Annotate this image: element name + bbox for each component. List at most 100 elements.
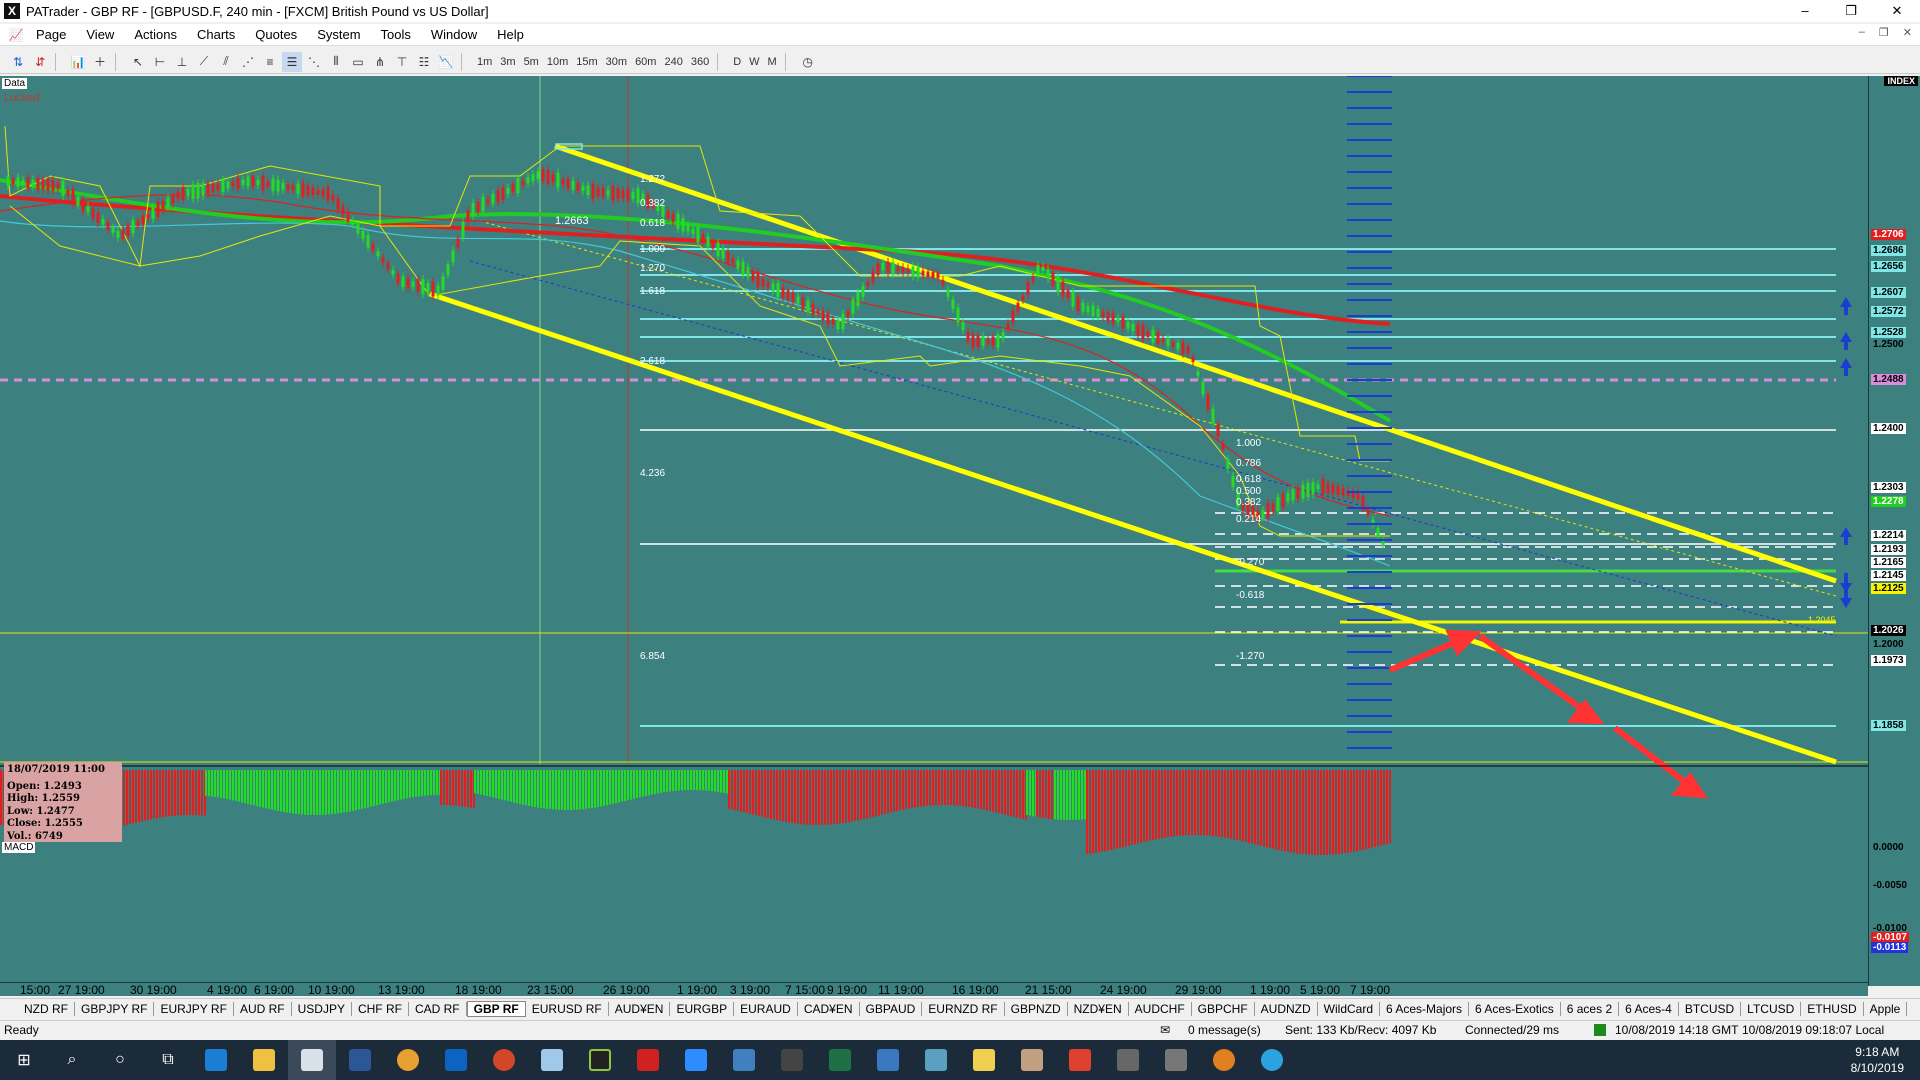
chrome-icon[interactable] — [384, 1040, 432, 1080]
cortana-icon[interactable]: ○ — [96, 1040, 144, 1080]
mdi-minimize-button[interactable]: – — [1859, 26, 1865, 39]
cycle-lines-icon[interactable]: ⦀ — [326, 52, 346, 72]
gann-fan-icon[interactable]: ⋱ — [304, 52, 324, 72]
symbol-tab[interactable]: EURUSD RF — [526, 1001, 609, 1016]
file-explorer-icon[interactable] — [240, 1040, 288, 1080]
pointer-icon[interactable]: ↖ — [128, 52, 148, 72]
symbol-tab[interactable]: AUD RF — [234, 1001, 292, 1016]
symbol-tab[interactable]: AUDCHF — [1129, 1001, 1192, 1016]
channel-icon[interactable]: ⫽ — [216, 52, 236, 72]
task-view-icon[interactable]: ⧉ — [144, 1040, 192, 1080]
telegram-icon[interactable] — [1248, 1040, 1296, 1080]
fib-fan-icon[interactable]: ⋰ — [238, 52, 258, 72]
symbol-tab[interactable]: CAD¥EN — [798, 1001, 860, 1016]
symbol-tab[interactable]: AUDNZD — [1255, 1001, 1318, 1016]
mail-icon[interactable]: ✉ — [1160, 1023, 1170, 1037]
price-chart[interactable]: 1.2663 1.272 0.382 0.618 1.000 1.270 1.6… — [0, 76, 1868, 982]
timeframe-30m[interactable]: 30m — [603, 52, 630, 72]
symbol-tab[interactable]: AUD¥EN — [609, 1001, 671, 1016]
levels-icon[interactable]: ☷ — [414, 52, 434, 72]
symbol-tab[interactable]: NZD¥EN — [1068, 1001, 1129, 1016]
windows-start-icon[interactable]: ⊞ — [0, 1040, 48, 1080]
symbol-tab[interactable]: 6 Aces-Exotics — [1469, 1001, 1561, 1016]
timeframe-3m[interactable]: 3m — [497, 52, 518, 72]
symbol-tab[interactable]: GBP RF — [466, 1000, 526, 1017]
symbol-tab[interactable]: 6 aces 2 — [1561, 1001, 1620, 1016]
app-icon-generic[interactable] — [528, 1040, 576, 1080]
timeframe-10m[interactable]: 10m — [544, 52, 571, 72]
menu-page[interactable]: Page — [26, 27, 76, 42]
timeframe-60m[interactable]: 60m — [632, 52, 659, 72]
menu-charts[interactable]: Charts — [187, 27, 245, 42]
mdi-restore-button[interactable]: ❐ — [1879, 26, 1889, 39]
timeframe-15m[interactable]: 15m — [573, 52, 600, 72]
symbol-tab[interactable]: NZD RF — [18, 1001, 75, 1016]
trendline-icon[interactable]: ⟋ — [194, 52, 214, 72]
mdi-close-button[interactable]: ✕ — [1903, 26, 1912, 39]
page-icon[interactable]: 📈 — [6, 25, 26, 45]
edge-icon[interactable] — [192, 1040, 240, 1080]
app-icon-gray[interactable] — [1104, 1040, 1152, 1080]
timeframe-240[interactable]: 240 — [661, 52, 685, 72]
menu-system[interactable]: System — [307, 27, 370, 42]
menu-view[interactable]: View — [76, 27, 124, 42]
powerpoint-icon[interactable] — [480, 1040, 528, 1080]
app-icon-s[interactable] — [1056, 1040, 1104, 1080]
menu-help[interactable]: Help — [487, 27, 534, 42]
symbol-tab[interactable]: 6 Aces-4 — [1619, 1001, 1679, 1016]
vertical-line-icon[interactable]: ⊥ — [172, 52, 192, 72]
app-icon-gray2[interactable] — [1152, 1040, 1200, 1080]
symbol-tab[interactable]: EURJPY RF — [154, 1001, 234, 1016]
buy-sell-icon[interactable]: ⇅ — [8, 52, 28, 72]
symbol-tab[interactable]: GBPNZD — [1005, 1001, 1068, 1016]
symbol-tab[interactable]: EURNZD RF — [922, 1001, 1005, 1016]
symbol-tab[interactable]: GBPAUD — [860, 1001, 923, 1016]
time-axis[interactable]: 15:00 27 19:00 30 19:00 4 19:00 6 19:00 … — [0, 982, 1868, 997]
clock-icon[interactable]: ◷ — [798, 52, 818, 72]
fib-extension-icon[interactable]: ☰ — [282, 51, 302, 72]
chart-icon[interactable]: 📊 — [68, 52, 88, 72]
symbol-tab[interactable]: EURGBP — [670, 1001, 735, 1016]
chart-area[interactable]: 1.2663 1.272 0.382 0.618 1.000 1.270 1.6… — [0, 76, 1920, 986]
horizontal-line-icon[interactable]: ⊢ — [150, 52, 170, 72]
excel-icon[interactable] — [816, 1040, 864, 1080]
close-button[interactable]: ✕ — [1874, 0, 1920, 22]
symbol-tab[interactable]: Apple — [1864, 1001, 1908, 1016]
search-icon[interactable]: ⌕ — [48, 1040, 96, 1080]
restore-button[interactable]: ❐ — [1828, 0, 1874, 22]
rectangle-icon[interactable]: ▭ — [348, 52, 368, 72]
app-icon-notes[interactable] — [960, 1040, 1008, 1080]
symbol-tab[interactable]: ETHUSD — [1801, 1001, 1864, 1016]
app-icon-tools[interactable] — [1008, 1040, 1056, 1080]
symbol-tab[interactable]: CHF RF — [352, 1001, 409, 1016]
app-icon-red[interactable] — [624, 1040, 672, 1080]
timeframe-360[interactable]: 360 — [688, 52, 712, 72]
symbol-tab[interactable]: 6 Aces-Majors — [1380, 1001, 1470, 1016]
symbol-tab[interactable]: WildCard — [1318, 1001, 1381, 1016]
patrader-taskbar-icon[interactable] — [288, 1040, 336, 1080]
ninjatrader-icon[interactable] — [576, 1040, 624, 1080]
text-tool-icon[interactable]: ⊤ — [392, 52, 412, 72]
symbol-tab[interactable]: BTCUSD — [1679, 1001, 1742, 1016]
taskbar-clock[interactable]: 9:18 AM 8/10/2019 — [1851, 1044, 1904, 1076]
fib-retracement-icon[interactable]: ≡ — [260, 52, 280, 72]
timeframe-monthly[interactable]: M — [765, 52, 780, 72]
app-icon-orange[interactable] — [1200, 1040, 1248, 1080]
minimize-button[interactable]: – — [1782, 0, 1828, 22]
menu-actions[interactable]: Actions — [124, 27, 187, 42]
timeframe-daily[interactable]: D — [730, 52, 744, 72]
symbol-tab[interactable]: GBPJPY RF — [75, 1001, 155, 1016]
app-icon-photos[interactable] — [912, 1040, 960, 1080]
menu-tools[interactable]: Tools — [371, 27, 421, 42]
menu-window[interactable]: Window — [421, 27, 487, 42]
indicator-icon[interactable]: 📉 — [436, 52, 456, 72]
timeframe-5m[interactable]: 5m — [521, 52, 542, 72]
symbol-tab[interactable]: EURAUD — [734, 1001, 798, 1016]
timeframe-1m[interactable]: 1m — [474, 52, 495, 72]
order-icon[interactable]: ⇵ — [30, 52, 50, 72]
outlook-icon[interactable] — [432, 1040, 480, 1080]
andrews-pitchfork-icon[interactable]: ⋔ — [370, 52, 390, 72]
symbol-tab[interactable]: CAD RF — [409, 1001, 467, 1016]
symbol-tab[interactable]: USDJPY — [292, 1001, 352, 1016]
word-icon[interactable] — [336, 1040, 384, 1080]
